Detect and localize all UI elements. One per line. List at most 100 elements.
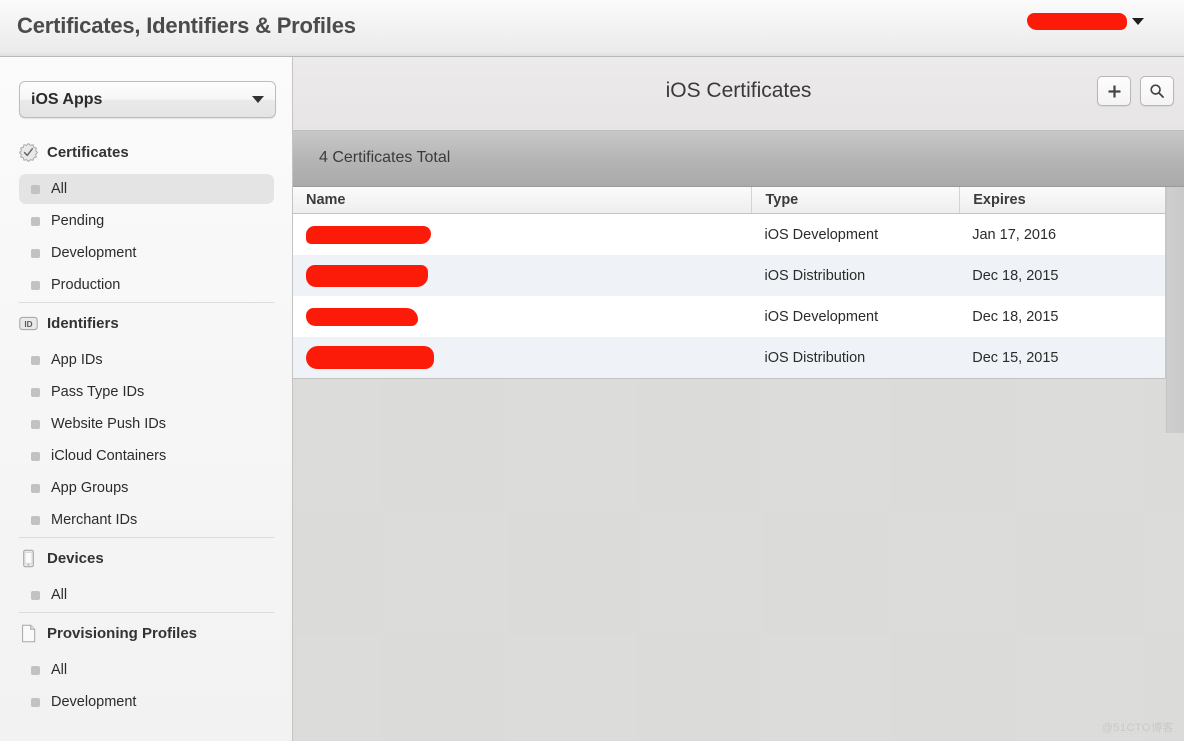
bullet-icon	[31, 280, 40, 290]
header-actions	[1097, 76, 1174, 106]
cell-name	[293, 214, 751, 255]
sidebar-item-label: Pending	[51, 213, 105, 229]
sidebar-group-label: Provisioning Profiles	[47, 625, 198, 642]
main-page-title: iOS Certificates	[665, 79, 812, 102]
add-certificate-button[interactable]	[1097, 76, 1131, 106]
sidebar-item-pending[interactable]: Pending	[19, 206, 274, 236]
table-row[interactable]: iOS Distribution Dec 15, 2015	[293, 337, 1165, 378]
cell-expires: Jan 17, 2016	[972, 226, 1057, 243]
sidebar-item-pass-type-ids[interactable]: Pass Type IDs	[19, 377, 274, 407]
sidebar-group-devices: Devices All	[0, 537, 292, 610]
sidebar-item-label: Development	[51, 694, 137, 710]
sidebar: iOS Apps Certificates All Pending Developme…	[0, 57, 293, 741]
sidebar-group-provisioning-profiles: Provisioning Profiles All Development	[0, 612, 292, 717]
sidebar-item-label: Development	[51, 245, 137, 261]
team-selector-button[interactable]: iOS Apps	[19, 81, 276, 118]
team-selector-label: iOS Apps	[31, 90, 103, 108]
cell-expires: Dec 18, 2015	[972, 267, 1059, 284]
watermark: @51CTO博客	[1101, 722, 1174, 734]
sidebar-item-label: Website Push IDs	[51, 416, 166, 432]
app-window: Certificates, Identifiers & Profiles iOS…	[0, 0, 1184, 741]
sidebar-group-label: Devices	[47, 550, 104, 567]
table-scrollbar-gutter[interactable]	[1166, 187, 1184, 433]
table-body: iOS Development Jan 17, 2016 iOS Distribut…	[293, 214, 1165, 378]
certificate-name-redacted	[306, 307, 418, 326]
table-row[interactable]: iOS Development Jan 17, 2016	[293, 214, 1165, 255]
sidebar-group-identifiers: ID Identifiers App IDs Pass Type IDs Website…	[0, 302, 292, 535]
page-title: Certificates, Identifiers & Profiles	[17, 13, 356, 38]
bullet-icon	[31, 355, 40, 365]
column-header-name[interactable]: Name	[293, 187, 751, 213]
chevron-down-icon	[252, 96, 264, 103]
cell-type: iOS Distribution	[764, 267, 866, 284]
svg-text:ID: ID	[24, 320, 32, 329]
document-page-icon	[19, 624, 38, 643]
sidebar-item-development[interactable]: Development	[19, 238, 274, 268]
sidebar-item-icloud-containers[interactable]: iCloud Containers	[19, 441, 274, 471]
sidebar-item-label: Production	[51, 277, 121, 293]
sidebar-group-header: Provisioning Profiles	[0, 613, 292, 653]
sidebar-group-header: Devices	[0, 538, 292, 578]
column-header-expires[interactable]: Expires	[959, 187, 1165, 213]
search-icon	[1150, 84, 1164, 98]
cell-name	[293, 337, 751, 378]
main-header: iOS Certificates	[293, 57, 1184, 131]
cell-type: iOS Development	[764, 308, 879, 325]
sidebar-item-label: App IDs	[51, 352, 103, 368]
cell-type: iOS Distribution	[764, 349, 866, 366]
sidebar-nav: Certificates All Pending Development Product…	[0, 132, 292, 719]
bullet-icon	[31, 697, 40, 707]
bullet-icon	[31, 451, 40, 461]
device-phone-icon	[19, 549, 38, 568]
sidebar-item-label: Merchant IDs	[51, 512, 138, 528]
cell-expires: Dec 15, 2015	[972, 349, 1059, 366]
certificates-table: Name Type Expires iOS Development Jan 17,…	[293, 187, 1166, 379]
sidebar-item-all[interactable]: All	[19, 655, 274, 685]
title-bar: Certificates, Identifiers & Profiles	[0, 0, 1184, 57]
cell-name	[293, 296, 751, 337]
sidebar-group-certificates: Certificates All Pending Development Product…	[0, 132, 292, 300]
sidebar-item-label: iCloud Containers	[51, 448, 167, 464]
sidebar-group-header: Certificates	[0, 132, 292, 172]
account-name-redacted	[1027, 13, 1127, 30]
cell-name	[293, 255, 751, 296]
bullet-icon	[31, 483, 40, 493]
certificate-name-redacted	[306, 225, 431, 244]
certificate-name-redacted	[306, 264, 428, 287]
bullet-icon	[31, 387, 40, 397]
total-count-text: 4 Certificates Total	[319, 149, 451, 166]
bullet-icon	[31, 515, 40, 525]
table-row[interactable]: iOS Distribution Dec 18, 2015	[293, 255, 1165, 296]
sidebar-item-website-push-ids[interactable]: Website Push IDs	[19, 409, 274, 439]
table-row[interactable]: iOS Development Dec 18, 2015	[293, 296, 1165, 337]
cell-expires: Dec 18, 2015	[972, 308, 1059, 325]
sidebar-item-label: All	[51, 662, 68, 678]
sidebar-item-label: All	[51, 587, 68, 603]
sidebar-group-header: ID Identifiers	[0, 303, 292, 343]
chevron-down-icon	[1132, 18, 1144, 25]
sidebar-item-app-ids[interactable]: App IDs	[19, 345, 274, 375]
sidebar-item-production[interactable]: Production	[19, 270, 274, 300]
search-button[interactable]	[1140, 76, 1174, 106]
account-menu[interactable]	[1027, 13, 1144, 30]
id-badge-icon: ID	[19, 314, 38, 333]
sidebar-item-merchant-ids[interactable]: Merchant IDs	[19, 505, 274, 535]
certificate-seal-icon	[19, 143, 38, 162]
sidebar-item-all[interactable]: All	[19, 580, 274, 610]
bullet-icon	[31, 665, 40, 675]
column-header-type[interactable]: Type	[751, 187, 959, 213]
total-count-bar: 4 Certificates Total	[293, 131, 1184, 187]
plus-icon	[1108, 85, 1120, 97]
bullet-icon	[31, 216, 40, 226]
table-header-row: Name Type Expires	[293, 187, 1165, 214]
sidebar-item-app-groups[interactable]: App Groups	[19, 473, 274, 503]
sidebar-group-label: Identifiers	[47, 315, 119, 332]
sidebar-item-label: App Groups	[51, 480, 129, 496]
cell-type: iOS Development	[764, 226, 879, 243]
bullet-icon	[31, 590, 40, 600]
sidebar-item-development[interactable]: Development	[19, 687, 274, 717]
sidebar-item-label: All	[51, 181, 68, 197]
bullet-icon	[31, 248, 40, 258]
sidebar-group-label: Certificates	[47, 144, 129, 161]
sidebar-item-all[interactable]: All	[19, 174, 274, 204]
